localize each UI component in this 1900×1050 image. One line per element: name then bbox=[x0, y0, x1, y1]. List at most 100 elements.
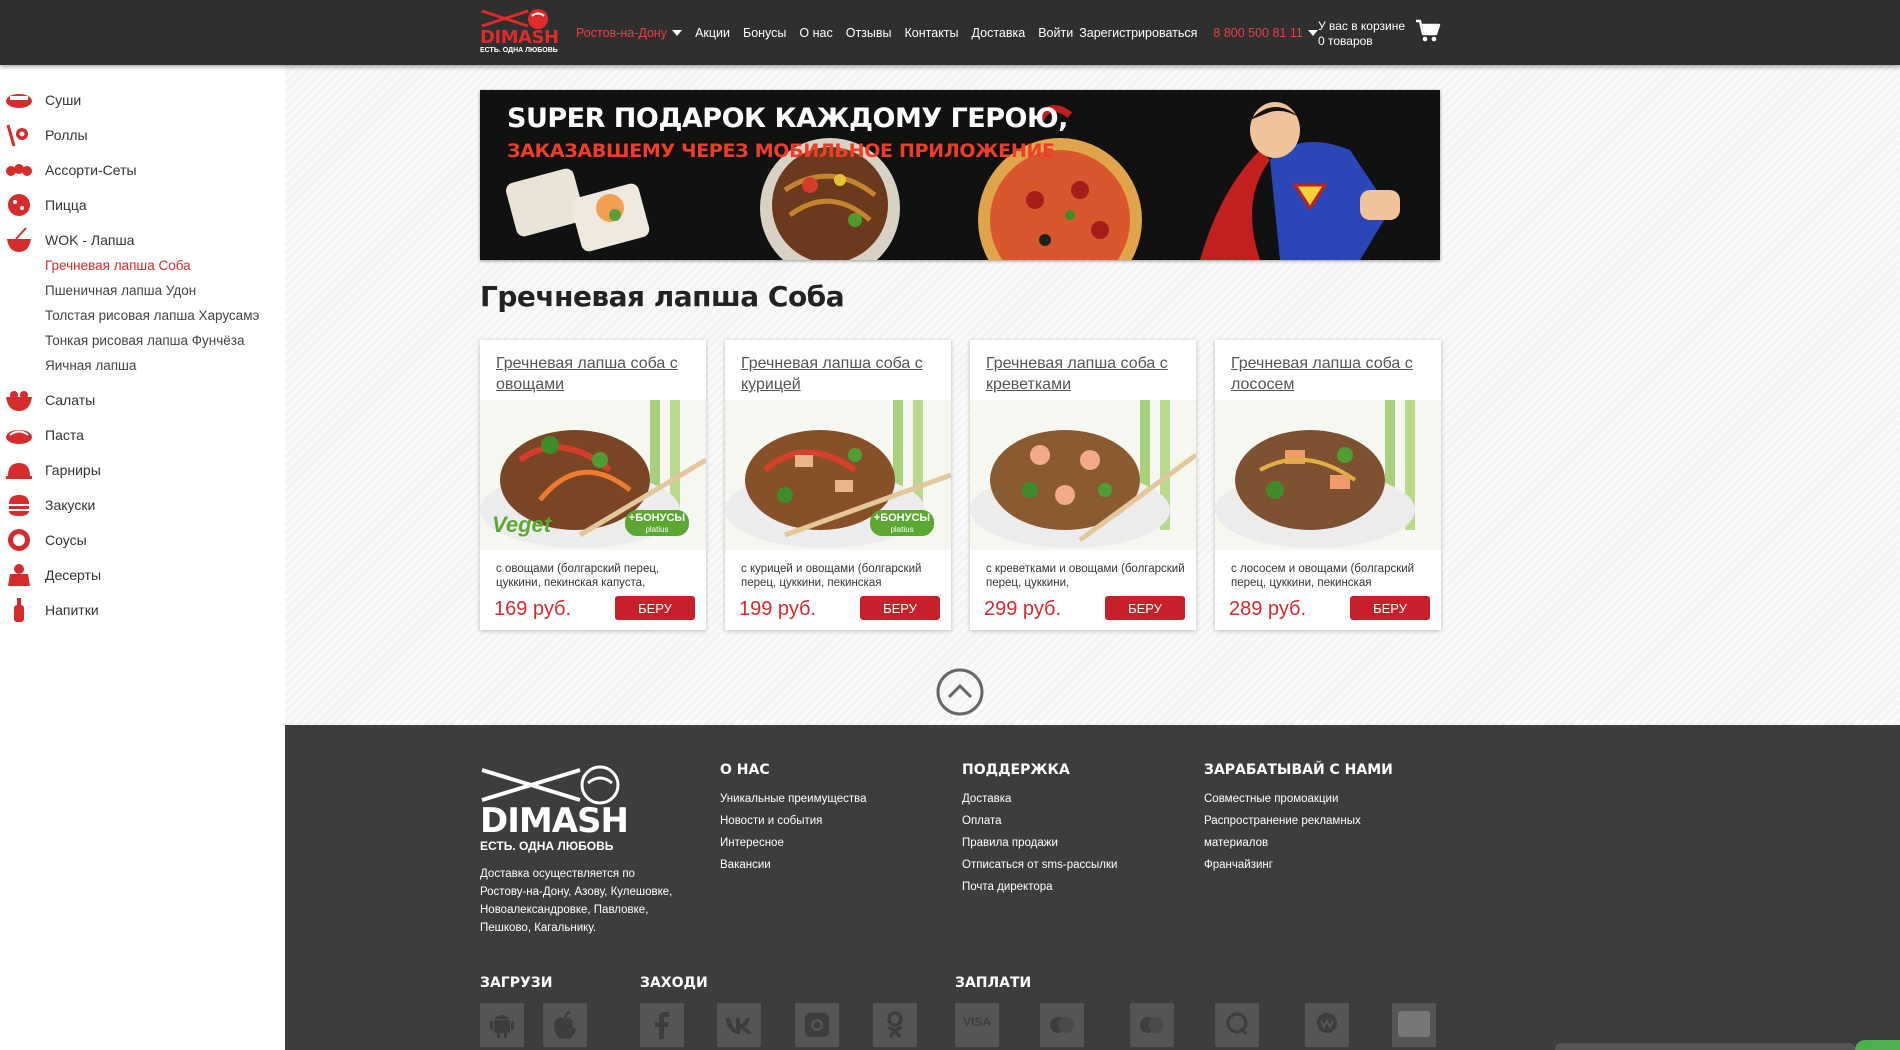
product-photo[interactable]: +БОНУСЫ platius bbox=[725, 400, 951, 550]
product-description: с овощами (болгарский перец, цуккини, пе… bbox=[496, 563, 660, 589]
sushi-icon bbox=[6, 94, 32, 108]
site-footer: DIMASH ЕСТЬ. ОДНА ЛЮБОВЬ Доставка осущес… bbox=[285, 725, 1900, 1050]
instagram-icon[interactable] bbox=[795, 1003, 839, 1047]
logo-tagline: ЕСТЬ. ОДНА ЛЮБОВЬ bbox=[480, 47, 558, 54]
footer-heading: ЗАРАБАТЫВАЙ С НАМИ bbox=[1204, 762, 1393, 778]
sidebar-subitem-funchoza[interactable]: Тонкая рисовая лапша Фунчёза bbox=[45, 333, 244, 348]
qiwi-icon bbox=[1215, 1003, 1259, 1047]
city-selector[interactable]: Ростов-на-Дону bbox=[576, 26, 683, 40]
chat-widget-bar[interactable] bbox=[1555, 1043, 1855, 1050]
buy-button[interactable]: БЕРУ bbox=[860, 596, 940, 620]
snacks-icon bbox=[9, 495, 29, 516]
product-photo[interactable] bbox=[970, 400, 1196, 550]
product-price: 199 руб. bbox=[739, 598, 817, 620]
chevron-down-icon bbox=[1307, 30, 1318, 36]
android-icon[interactable] bbox=[480, 1003, 524, 1047]
veget-label: Veget bbox=[492, 512, 552, 537]
footer-link[interactable]: Распространение рекламных материалов bbox=[1204, 810, 1404, 854]
sidebar-subitem-egg-noodles[interactable]: Яичная лапша bbox=[45, 358, 136, 373]
product-name-link[interactable]: Гречневая лапша соба с овощами bbox=[496, 353, 696, 395]
sidebar-subitem-udon[interactable]: Пшеничная лапша Удон bbox=[45, 283, 196, 298]
category-sidebar: Суши Роллы Ассорти-Сеты Пицца WOK - Лапш… bbox=[0, 65, 285, 1050]
social-heading: ЗАХОДИ bbox=[640, 975, 708, 991]
sauce-icon bbox=[8, 529, 30, 551]
product-photo[interactable]: Veget +БОНУСЫ platius bbox=[480, 400, 706, 550]
garnish-icon bbox=[6, 463, 32, 479]
maestro-icon bbox=[1130, 1003, 1174, 1047]
visa-icon: VISA bbox=[955, 1003, 999, 1047]
footer-link[interactable]: Отписаться от sms-рассылки bbox=[962, 854, 1117, 876]
footer-link[interactable]: Вакансии bbox=[720, 854, 867, 876]
cart-label: У вас в корзине bbox=[1318, 19, 1406, 33]
footer-link[interactable]: Оплата bbox=[962, 810, 1117, 832]
pizza-icon bbox=[8, 194, 30, 216]
chat-widget-button[interactable] bbox=[1855, 1040, 1900, 1050]
apple-icon[interactable] bbox=[543, 1003, 587, 1047]
chevron-down-icon bbox=[672, 30, 683, 36]
top-nav: Ростов-на-Дону Акции Бонусы О нас Отзывы… bbox=[576, 26, 1331, 40]
bonus-badge: +БОНУСЫ platius bbox=[870, 510, 934, 536]
buy-button[interactable]: БЕРУ bbox=[1105, 596, 1185, 620]
product-card: Гречневая лапша соба с креветками с крев… bbox=[970, 340, 1196, 630]
vk-icon[interactable] bbox=[717, 1003, 761, 1047]
wok-icon bbox=[7, 227, 31, 252]
footer-link[interactable]: Почта директора bbox=[962, 876, 1117, 898]
sidebar-subitem-soba[interactable]: Гречневая лапша Соба bbox=[45, 258, 191, 273]
header-logo[interactable]: DIMASH ЕСТЬ. ОДНА ЛЮБОВЬ bbox=[480, 8, 559, 56]
rolls-icon bbox=[6, 124, 28, 147]
promo-banner[interactable]: SUPER ПОДАРОК КАЖДОМУ ГЕРОЮ, ЗАКАЗАВШЕМУ… bbox=[480, 90, 1440, 260]
login-link[interactable]: Войти bbox=[1038, 26, 1073, 40]
footer-link[interactable]: Правила продажи bbox=[962, 832, 1117, 854]
footer-link[interactable]: Уникальные преимущества bbox=[720, 788, 867, 810]
sidebar-subitem-harusame[interactable]: Толстая рисовая лапша Харусамэ bbox=[45, 308, 259, 323]
yandex-money-icon bbox=[1392, 1003, 1436, 1047]
register-link[interactable]: Зарегистрироваться bbox=[1079, 26, 1197, 40]
footer-link[interactable]: Новости и события bbox=[720, 810, 867, 832]
product-description: с креветками и овощами (болгарский перец… bbox=[986, 563, 1185, 589]
footer-col-support: ПОДДЕРЖКА Доставка Оплата Правила продаж… bbox=[962, 762, 1117, 898]
drinks-icon bbox=[14, 598, 24, 622]
bonus-badge: +БОНУСЫ platius bbox=[625, 510, 689, 536]
product-name-link[interactable]: Гречневая лапша соба с лососем bbox=[1231, 353, 1431, 395]
footer-logo[interactable]: DIMASH ЕСТЬ. ОДНА ЛЮБОВЬ bbox=[480, 765, 630, 855]
product-name-link[interactable]: Гречневая лапша соба с курицей bbox=[741, 353, 941, 395]
footer-link[interactable]: Франчайзинг bbox=[1204, 854, 1404, 876]
product-name-link[interactable]: Гречневая лапша соба с креветками bbox=[986, 353, 1186, 395]
phone-selector[interactable]: 8 800 500 81 11 bbox=[1213, 26, 1318, 40]
download-heading: ЗАГРУЗИ bbox=[480, 975, 553, 991]
buy-button[interactable]: БЕРУ bbox=[615, 596, 695, 620]
footer-link[interactable]: Интересное bbox=[720, 832, 867, 854]
cart-icon[interactable] bbox=[1415, 18, 1441, 44]
mastercard-icon bbox=[1040, 1003, 1084, 1047]
payment-heading: ЗАПЛАТИ bbox=[955, 975, 1032, 991]
buy-button[interactable]: БЕРУ bbox=[1350, 596, 1430, 620]
facebook-icon[interactable] bbox=[640, 1003, 684, 1047]
nav-promo[interactable]: Акции bbox=[695, 26, 730, 40]
nav-bonuses[interactable]: Бонусы bbox=[743, 26, 786, 40]
nav-delivery[interactable]: Доставка bbox=[972, 26, 1026, 40]
noodle-dish-image bbox=[970, 400, 1196, 550]
footer-col-about: О НАС Уникальные преимущества Новости и … bbox=[720, 762, 867, 876]
nav-contacts[interactable]: Контакты bbox=[905, 26, 959, 40]
product-price: 289 руб. bbox=[1229, 598, 1307, 620]
product-photo[interactable] bbox=[1215, 400, 1441, 550]
footer-link[interactable]: Доставка bbox=[962, 788, 1117, 810]
odnoklassniki-icon[interactable] bbox=[873, 1003, 917, 1047]
nav-about[interactable]: О нас bbox=[799, 26, 832, 40]
footer-col-earn: ЗАРАБАТЫВАЙ С НАМИ Совместные промоакции… bbox=[1204, 762, 1404, 876]
site-header: DIMASH ЕСТЬ. ОДНА ЛЮБОВЬ Ростов-на-Дону … bbox=[0, 0, 1900, 65]
logo-tagline: ЕСТЬ. ОДНА ЛЮБОВЬ bbox=[480, 839, 614, 853]
sets-icon bbox=[6, 164, 32, 176]
scroll-up-icon[interactable] bbox=[936, 668, 984, 716]
nav-reviews[interactable]: Отзывы bbox=[846, 26, 892, 40]
salad-icon bbox=[6, 391, 32, 411]
delivery-areas: Доставка осуществляется по Ростову-на-До… bbox=[480, 868, 673, 934]
footer-link[interactable]: Совместные промоакции bbox=[1204, 788, 1404, 810]
cart-summary[interactable]: У вас в корзине 0 товаров bbox=[1318, 19, 1405, 49]
product-card: Гречневая лапша соба с лососем с лососем… bbox=[1215, 340, 1441, 630]
webmoney-icon bbox=[1305, 1003, 1349, 1047]
pasta-icon bbox=[6, 430, 32, 444]
chopsticks-logo-icon bbox=[481, 765, 620, 805]
product-price: 169 руб. bbox=[494, 598, 572, 620]
product-card: Гречневая лапша соба с овощами Veget +БО… bbox=[480, 340, 706, 630]
